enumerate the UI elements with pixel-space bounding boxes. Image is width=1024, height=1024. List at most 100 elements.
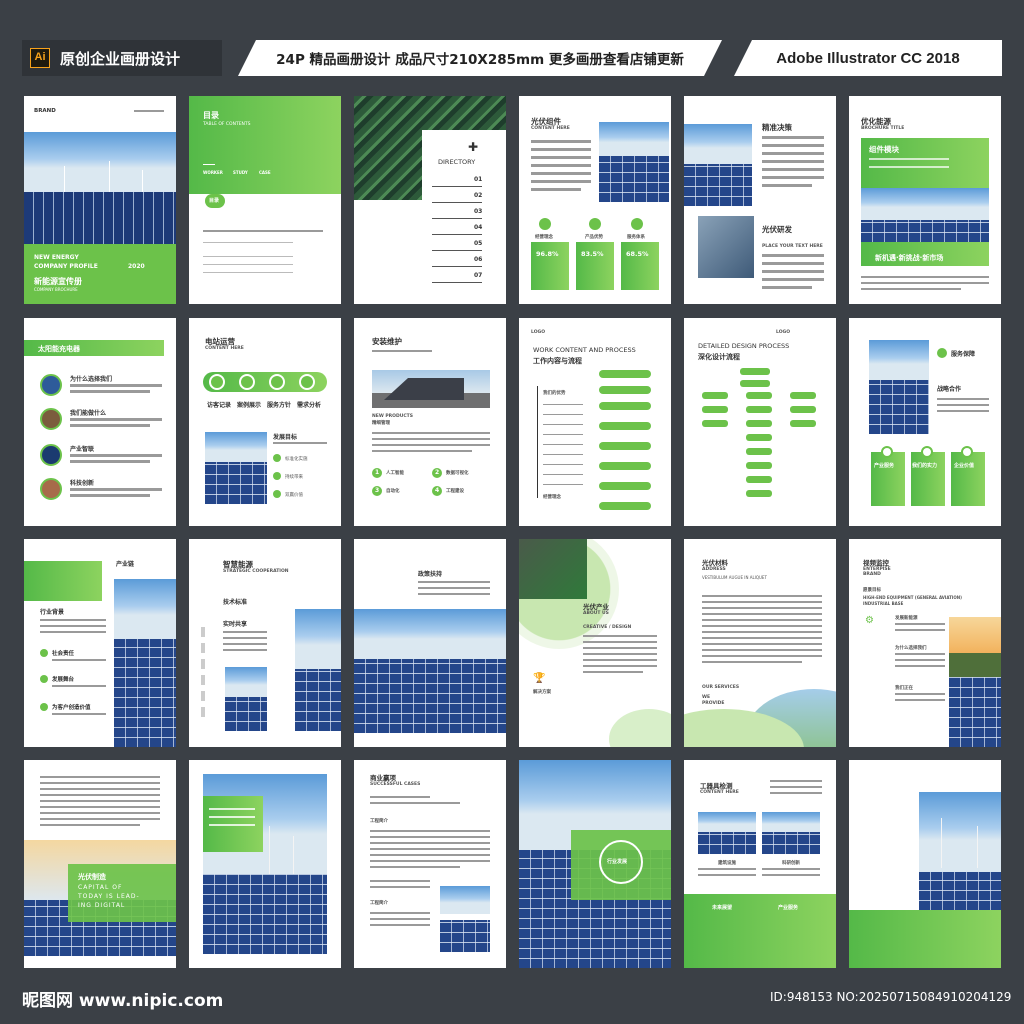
- plus-icon: ✚: [468, 140, 479, 154]
- section-title: 愿景目标: [863, 588, 881, 593]
- overlay-en: TODAY IS LEAD-: [78, 893, 140, 900]
- toc-tab-worker: WORKER: [203, 170, 223, 175]
- page-title: 工器具检测: [700, 782, 733, 790]
- overlay-en: ING DIGITAL: [78, 902, 126, 909]
- list-item: 发展新能源: [895, 616, 918, 621]
- page-solar-closeup: 行业发展: [519, 760, 671, 968]
- page-title: 商业赢项: [370, 774, 396, 782]
- section-title: 工程简介: [370, 901, 388, 906]
- page-title-cn: 深化设计流程: [698, 353, 740, 361]
- page-sub: CONTENT HERE: [531, 126, 570, 131]
- trophy-icon: 🏆: [533, 673, 546, 684]
- cover-solar-image: [24, 192, 176, 244]
- page-sub: CONTENT HERE: [700, 790, 739, 795]
- overlay-en: CAPITAL OF: [78, 884, 123, 891]
- list-item: 为什么选择我们: [895, 646, 927, 651]
- page-sub: ABOUT US: [583, 611, 609, 616]
- list-item: 为客户创造价值: [52, 705, 91, 711]
- page-title-en: DETAILED DESIGN PROCESS: [698, 342, 790, 350]
- banner-text: 新机遇·新挑战·新市场: [875, 254, 944, 262]
- step-label: 人工智能: [386, 471, 404, 476]
- image-label: 科研创新: [782, 861, 800, 866]
- page-smart-energy: 智慧能源 STRATEGIC COOPERATION 技术标准 实时共享: [189, 539, 341, 747]
- page-sub: BROCHURE TITLE: [861, 126, 905, 131]
- section-en: HIGH-END EQUIPMENT (GENERAL AVIATION): [863, 595, 962, 600]
- page-station-ops: 电站运营 CONTENT HERE 访客记录 案例展示 服务方针 需求分析 发展…: [189, 318, 341, 526]
- box-label: 产业服务: [778, 905, 799, 911]
- page-pv-modules: 光伏组件 CONTENT HERE 经营理念 产品优势 服务体系 96.8% 8…: [519, 96, 671, 304]
- step-label: 工程建设: [446, 489, 464, 494]
- section-title: 实时共享: [223, 621, 248, 628]
- cover-sky-image: [24, 132, 176, 192]
- section-title: 技术标准: [223, 599, 248, 606]
- page-solar-charger: 太阳能充电器 为什么选择我们 我们能做什么 产业智联 科技创新: [24, 318, 176, 526]
- dir-num: 05: [474, 240, 483, 247]
- dir-num: 02: [474, 192, 483, 199]
- page-title: 太阳能充电器: [38, 345, 80, 353]
- foot-label: 经营理念: [543, 495, 561, 500]
- logo: LOGO: [776, 330, 791, 335]
- page-pv-manufacturing: 光伏制造 CAPITAL OF TODAY IS LEAD- ING DIGIT…: [24, 760, 176, 968]
- page-pv-materials: 光伏材料 ADDRESS VESTIBULUM AUGUE IN ALIQUET…: [684, 539, 836, 747]
- page-decision: 精准决策 光伏研发 PLACE YOUR TEXT HERE: [684, 96, 836, 304]
- provide-label: PROVIDE: [702, 701, 725, 706]
- sub-cn: 精细管理: [372, 421, 390, 426]
- page-title: 政策扶持: [418, 571, 443, 578]
- page-pv-industry: 光伏产业 ABOUT US CREATIVE / DESIGN 🏆 解决方案: [519, 539, 671, 747]
- toc-tab-study: STUDY: [233, 170, 248, 175]
- illustrator-icon: Ai: [30, 48, 50, 68]
- software-title: Adobe Illustrator CC 2018: [734, 40, 1002, 76]
- dir-num: 06: [474, 256, 483, 263]
- directory-title: DIRECTORY: [438, 158, 476, 166]
- toc-badge: 目录: [209, 198, 220, 204]
- page-sub2: CREATIVE / DESIGN: [583, 625, 632, 630]
- cover-en-line2: COMPANY PROFILE: [34, 263, 98, 270]
- step-num: 4: [435, 487, 440, 494]
- icon-label: 访客记录: [207, 402, 232, 409]
- page-optimize: 优化能源 BROCHURE TITLE 组件模块 新机遇·新挑战·新市场: [849, 96, 1001, 304]
- services-title: OUR SERVICES: [702, 685, 740, 690]
- page-tool-inspection: 工器具检测 CONTENT HERE 建筑设施 科研创新 未来展望 产业服务: [684, 760, 836, 968]
- foot-label: 解决方案: [533, 690, 551, 695]
- step-label: 自动化: [386, 489, 400, 494]
- middle-title: 24P 精品画册设计 成品尺寸210X285mm 更多画册查看店铺更新: [238, 40, 722, 76]
- page-title: 光伏产业: [583, 603, 609, 611]
- cover-year: 2020: [128, 263, 145, 270]
- toc-tab-case: CASE: [259, 170, 271, 175]
- section-title: 光伏研发: [762, 225, 792, 234]
- dir-num: 01: [474, 176, 483, 183]
- page-industry-chain: 产业链 行业背景 社会责任 发展舞台 为客户创造价值: [24, 539, 176, 747]
- card-label: 产业服务: [874, 463, 895, 469]
- page-title-cn: 工作内容与流程: [533, 357, 582, 365]
- page-sub: SUCCESSFUL CASES: [370, 782, 421, 787]
- card-label: 企业价值: [954, 463, 975, 469]
- icon-label: 需求分析: [297, 402, 322, 409]
- section-title: 服务保障: [951, 351, 976, 358]
- section-title: 战略合作: [937, 386, 962, 393]
- icon-label: 服务方针: [267, 402, 292, 409]
- network-icon: ⚙: [865, 615, 874, 626]
- dir-num: 07: [474, 272, 483, 279]
- section-title: 行业背景: [40, 609, 65, 616]
- stat-label: 经营理念: [535, 235, 553, 240]
- stat-label: 服务体系: [627, 235, 645, 240]
- section-title: 发展目标: [273, 434, 298, 441]
- site-watermark: 昵图网 www.nipic.com: [22, 991, 224, 1011]
- circle-label: 行业发展: [607, 859, 628, 865]
- step-num: 1: [375, 469, 380, 476]
- card-label: 我们的实力: [912, 463, 938, 469]
- page-policy: 政策扶持: [354, 539, 506, 747]
- left-title-block: Ai 原创企业画册设计: [22, 40, 222, 76]
- section-title: 产业链: [116, 561, 135, 568]
- section-title: 精准决策: [762, 123, 792, 132]
- section-title: 工程简介: [370, 819, 388, 824]
- list-item: 社会责任: [52, 651, 75, 657]
- page-sub2: VESTIBULUM AUGUE IN ALIQUET: [702, 575, 767, 580]
- cover-en-line1: NEW ENERGY: [34, 254, 79, 261]
- page-title: 光伏材料: [702, 559, 728, 567]
- page-success-cases: 商业赢项 SUCCESSFUL CASES 工程简介 工程简介: [354, 760, 506, 968]
- overlay-title: 光伏制造: [78, 873, 106, 881]
- page-title: 视频监控: [863, 559, 889, 567]
- stat-label: 产品优势: [585, 235, 603, 240]
- stat-value: 83.5%: [581, 250, 604, 258]
